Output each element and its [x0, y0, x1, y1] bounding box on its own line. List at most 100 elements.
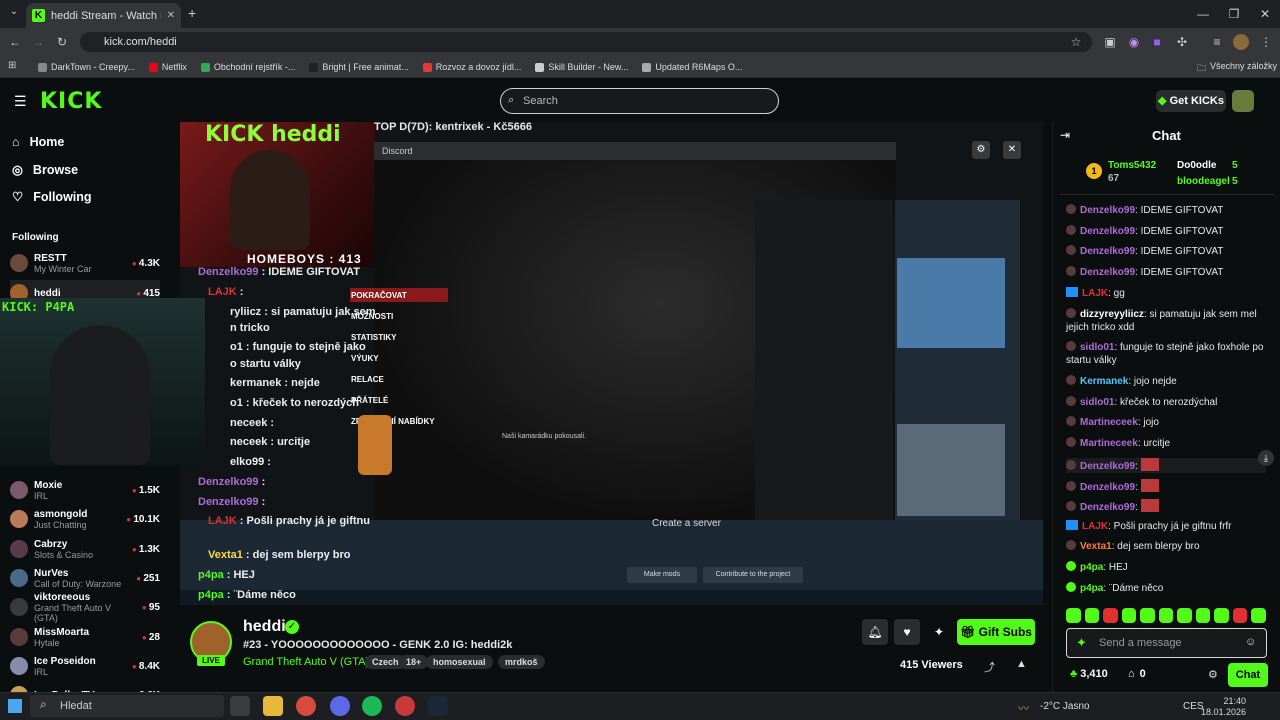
emote-icon[interactable]	[1158, 608, 1174, 623]
chat-message[interactable]: Martineceek: urcitje	[1066, 437, 1266, 450]
obs-icon[interactable]	[395, 696, 415, 716]
chrome-icon[interactable]	[296, 696, 316, 716]
following-channel-item[interactable]: viktoreeousGrand Theft Auto V (GTA) 95	[10, 592, 160, 623]
chat-message[interactable]: Martineceek: jojo	[1066, 416, 1266, 429]
user-avatar[interactable]	[1232, 90, 1254, 112]
bookmark-item[interactable]: Bright | Free animat...	[309, 62, 409, 72]
player-settings-icon[interactable]: ⚙	[972, 141, 990, 159]
chat-message[interactable]: Denzelko99: IDEME GIFTOVAT	[1066, 245, 1266, 258]
tab-close-icon[interactable]: ✕	[167, 10, 175, 21]
chat-username[interactable]: dizzyreyyliicz	[1080, 309, 1144, 320]
chat-input[interactable]: Send a message	[1066, 628, 1267, 658]
stream-tag[interactable]: 18+	[399, 655, 429, 669]
new-tab-icon[interactable]: +	[188, 5, 196, 21]
sidebar-item-following[interactable]: ♡ Following	[12, 189, 92, 205]
spotify-icon[interactable]	[362, 696, 382, 716]
chat-username[interactable]: Martineceek	[1080, 438, 1138, 449]
following-channel-item[interactable]: MissMoartaHytale 28	[10, 624, 160, 650]
report-icon[interactable]: ▲	[1016, 658, 1027, 670]
extension-purple-icon[interactable]: ◉	[1124, 32, 1144, 52]
following-channel-item[interactable]: Ice PoseidonIRL 8.4K	[10, 653, 160, 679]
notification-bell-icon[interactable]: 🔔︎	[862, 619, 888, 645]
discord-icon[interactable]	[330, 696, 350, 716]
follow-heart-icon[interactable]: ♥	[894, 619, 920, 645]
chat-username[interactable]: Denzelko99	[1080, 226, 1135, 237]
chat-message[interactable]: sidlo01: funguje to stejně jako foxhole …	[1066, 341, 1266, 367]
extensions-puzzle-icon[interactable]: ✣	[1172, 32, 1192, 52]
sparkle-icon[interactable]: ✦	[926, 619, 952, 645]
chat-message[interactable]: Kermanek: jojo nejde	[1066, 375, 1266, 388]
leader-2-name[interactable]: Do0odle	[1177, 160, 1216, 171]
bookmark-item[interactable]: Netflix	[148, 62, 187, 72]
collapse-chat-icon[interactable]: ⇥	[1060, 128, 1070, 142]
hamburger-menu-icon[interactable]: ☰	[14, 93, 27, 110]
emote-icon[interactable]	[1251, 608, 1267, 623]
address-bar[interactable]: kick.com/heddi	[80, 32, 1092, 52]
kick-logo[interactable]: KICK	[40, 89, 102, 114]
following-channel-item[interactable]: asmongoldJust Chatting 10.1K	[10, 506, 160, 532]
tab-search-icon[interactable]: ⌄	[6, 6, 22, 22]
stream-tag[interactable]: homosexual	[426, 655, 493, 669]
bookmark-item[interactable]: Skill Builder - New...	[535, 62, 628, 72]
bookmark-star-icon[interactable]: ☆	[1066, 32, 1086, 52]
maximize-icon[interactable]: ❐	[1219, 5, 1249, 23]
send-chat-button[interactable]: Chat	[1228, 663, 1268, 687]
chat-username[interactable]: Denzelko99	[1080, 502, 1135, 513]
leader-3-name[interactable]: bloodeagel	[1177, 176, 1230, 187]
following-channel-item[interactable]: RESTTMy Winter Car 4.3K	[10, 250, 160, 276]
sidebar-item-home[interactable]: ⌂ Home	[12, 135, 64, 149]
player-close-icon[interactable]: ✕	[1003, 141, 1021, 159]
search-input[interactable]: Search	[500, 88, 779, 114]
stream-tag[interactable]: mrdkoš	[498, 655, 545, 669]
chat-message[interactable]: Denzelko99: IDEME GIFTOVAT	[1066, 204, 1266, 217]
kicks-spark-icon[interactable]: ✦	[1076, 635, 1087, 651]
bookmark-item[interactable]: Obchodní rejstřík -...	[200, 62, 295, 72]
leader-1-name[interactable]: Toms5432	[1108, 160, 1156, 171]
task-view-icon[interactable]	[230, 696, 250, 716]
share-icon[interactable]: ⤴	[984, 659, 995, 675]
emote-icon[interactable]	[1066, 608, 1081, 623]
forward-icon[interactable]: →	[28, 32, 48, 52]
chat-message[interactable]: dizzyreyyliicz: si pamatuju jak sem mel …	[1066, 308, 1266, 334]
sidebar-item-browse[interactable]: ◎ Browse	[12, 162, 78, 178]
chat-message[interactable]: Denzelko99: IDEME GIFTOVAT	[1066, 266, 1266, 279]
following-channel-item[interactable]: NurVesCall of Duty: Warzone 251	[10, 565, 160, 591]
minimize-icon[interactable]: —	[1188, 5, 1218, 23]
emote-icon[interactable]	[1084, 608, 1100, 623]
extension-twitch-icon[interactable]: ■	[1147, 32, 1167, 52]
clock-date[interactable]: 18.01.2026	[1200, 707, 1246, 717]
chat-message[interactable]: p4pa: HEJ	[1066, 561, 1266, 574]
chat-username[interactable]: Denzelko99	[1080, 482, 1135, 493]
menu-icon[interactable]: ⋮	[1256, 32, 1276, 52]
chat-username[interactable]: Denzelko99	[1080, 267, 1135, 278]
emote-icon[interactable]	[1103, 608, 1118, 623]
chat-message[interactable]: Denzelko99: IDEME GIFTOVAT	[1066, 225, 1266, 238]
bookmark-item[interactable]: Updated R6Maps O...	[642, 62, 742, 72]
gift-subs-button[interactable]: 🎁︎ Gift Subs	[957, 619, 1035, 645]
close-window-icon[interactable]: ✕	[1250, 5, 1280, 23]
chat-username[interactable]: Martineceek	[1080, 417, 1138, 428]
emote-icon[interactable]	[1140, 608, 1155, 623]
steam-icon[interactable]	[428, 696, 448, 716]
chat-message[interactable]: p4pa: ¨Dáme něco	[1066, 582, 1266, 595]
reload-icon[interactable]: ↻	[52, 32, 72, 52]
chat-message[interactable]: Vexta1: dej sem blerpy bro	[1066, 540, 1266, 553]
media-icon[interactable]: ≡	[1207, 32, 1227, 52]
chat-message[interactable]: Denzelko99:	[1066, 499, 1266, 514]
chat-username[interactable]: sidlo01	[1080, 342, 1114, 353]
weather-text[interactable]: -2°C Jasno	[1040, 701, 1090, 712]
file-explorer-icon[interactable]	[263, 696, 283, 716]
profile-avatar[interactable]	[1233, 34, 1249, 50]
emote-icon[interactable]	[1121, 608, 1137, 623]
extension-icon[interactable]: ▣	[1100, 32, 1120, 52]
emoji-icon[interactable]: ☺	[1245, 636, 1256, 648]
get-kicks-button[interactable]: ◆ Get KICKs	[1156, 90, 1226, 112]
chat-message[interactable]: Denzelko99:	[1066, 479, 1266, 494]
emote-icon[interactable]	[1214, 608, 1229, 623]
chat-message[interactable]: Denzelko99:	[1066, 458, 1266, 473]
apps-grid-icon[interactable]: ⊞	[8, 60, 16, 71]
browser-tab[interactable]: K heddi Stream - Watch Live ✕	[26, 3, 181, 28]
chat-username[interactable]: LAJK	[1082, 521, 1108, 532]
chat-settings-icon[interactable]: ⚙	[1208, 668, 1218, 681]
stream-category[interactable]: Grand Theft Auto V (GTA)	[243, 656, 369, 668]
